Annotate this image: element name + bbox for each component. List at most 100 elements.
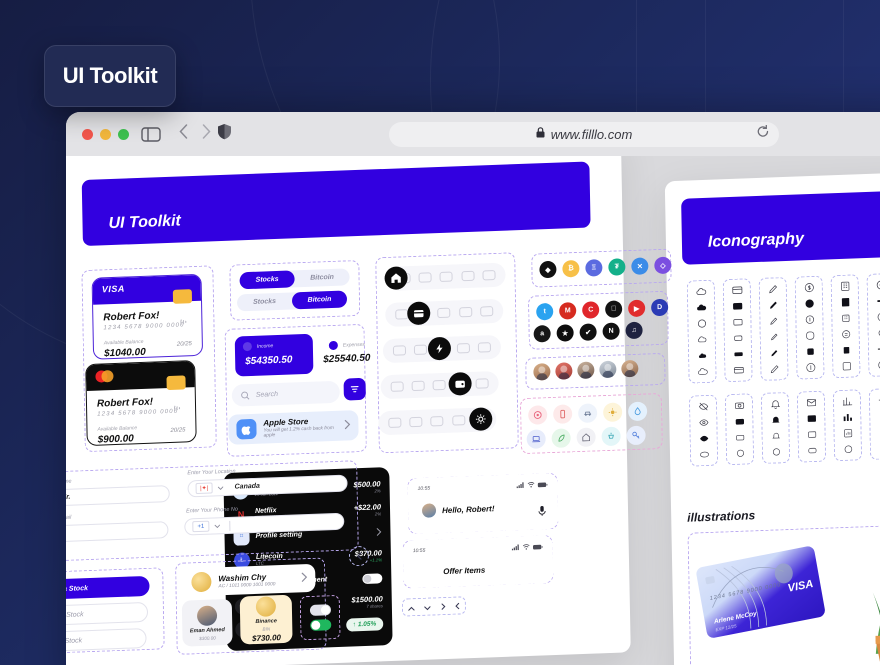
binance-tile[interactable]: Binance BIN $730.00 — [239, 594, 293, 645]
bell-outline-icon[interactable] — [770, 430, 781, 441]
card-icon[interactable] — [414, 344, 428, 355]
contactless-toggle[interactable] — [362, 572, 383, 584]
building-small-icon[interactable] — [840, 345, 851, 356]
icon-column[interactable] — [866, 272, 880, 378]
sun-icon[interactable] — [602, 402, 623, 423]
edit-filled-icon[interactable] — [768, 299, 779, 310]
building-round-icon[interactable] — [840, 329, 851, 340]
avatar[interactable] — [533, 363, 551, 381]
card-filled-icon[interactable] — [732, 301, 743, 312]
credit-card-visa[interactable]: VISA Robert Fox! 1234 5678 9000 0000 Ava… — [91, 273, 204, 360]
lamp-icon[interactable] — [601, 426, 621, 447]
building-icon[interactable] — [839, 281, 850, 292]
water-drop-icon[interactable] — [627, 401, 648, 422]
camera-filled-icon[interactable] — [734, 416, 745, 427]
coca-cola-icon[interactable]: C — [582, 301, 600, 319]
avatar[interactable] — [577, 361, 595, 380]
phone-icon[interactable] — [553, 404, 573, 424]
chart-icon[interactable] — [841, 396, 852, 407]
move-icon[interactable] — [876, 343, 880, 354]
starbucks-icon[interactable]: ★ — [556, 324, 574, 342]
dollar-filled-icon[interactable] — [804, 298, 815, 309]
chevron-right-icon[interactable] — [301, 569, 308, 587]
twitter-icon[interactable]: t — [536, 302, 554, 321]
edit-small-icon[interactable] — [768, 347, 779, 358]
income-card[interactable]: Income $54350.50 — [234, 333, 314, 377]
amazon-icon[interactable]: a — [533, 324, 551, 343]
chevron-right-icon[interactable] — [376, 523, 382, 541]
dollar-alt-icon[interactable] — [805, 362, 816, 373]
plus-round-icon[interactable] — [876, 327, 880, 338]
home-icon[interactable] — [388, 417, 402, 428]
eye-round-icon[interactable] — [698, 449, 709, 460]
icon-column[interactable] — [724, 393, 755, 466]
dollar-small-icon[interactable] — [804, 346, 815, 357]
nav-bar-row[interactable] — [385, 298, 504, 328]
icon-column[interactable] — [830, 274, 861, 379]
dollar-outline-icon[interactable] — [804, 314, 815, 325]
chevron-right-icon[interactable] — [440, 597, 446, 615]
icon-column[interactable] — [758, 276, 789, 381]
bitcoin-icon[interactable]: ₿ — [562, 259, 580, 278]
camera-round-icon[interactable] — [734, 448, 745, 459]
chart-icon[interactable] — [439, 271, 454, 283]
edit-round-icon[interactable] — [768, 331, 779, 342]
plus-outline-icon[interactable] — [876, 311, 880, 322]
mail-icon[interactable] — [805, 397, 816, 408]
segment-stocks[interactable]: Stocks — [239, 270, 295, 290]
nav-bar-row[interactable] — [380, 370, 499, 400]
key-icon[interactable] — [626, 425, 646, 446]
reload-icon[interactable] — [757, 124, 769, 143]
netflix-icon[interactable]: N — [602, 322, 620, 341]
filter-icon[interactable] — [343, 377, 366, 401]
maximize-button[interactable] — [118, 128, 129, 140]
target-icon[interactable] — [528, 405, 548, 425]
nike-icon[interactable]: ✔ — [579, 323, 597, 341]
chevron-down-icon[interactable] — [424, 598, 431, 616]
toggle-off[interactable] — [309, 604, 331, 617]
polygon-icon[interactable]: ◇ — [654, 256, 672, 275]
close-button[interactable] — [82, 128, 93, 140]
plus-icon[interactable] — [875, 279, 880, 290]
cloud-round-icon[interactable] — [696, 334, 707, 345]
laptop-icon[interactable] — [526, 429, 546, 449]
camera-outline-icon[interactable] — [734, 432, 745, 443]
chart-filled-icon[interactable] — [842, 412, 853, 423]
plus-filled-icon[interactable] — [875, 295, 880, 306]
building-outline-icon[interactable] — [840, 313, 851, 324]
camera-icon[interactable] — [733, 400, 744, 411]
chart-outline-icon[interactable] — [842, 428, 853, 439]
bell-filled-icon[interactable] — [770, 414, 781, 425]
mail-outline-icon[interactable] — [806, 429, 817, 440]
edit-alt-icon[interactable] — [769, 363, 780, 374]
building-filled-icon[interactable] — [839, 297, 850, 308]
settings-icon[interactable] — [475, 378, 489, 389]
wallet-icon[interactable] — [461, 270, 475, 282]
spotify-icon[interactable]: ♫ — [625, 321, 643, 340]
bell-round-icon[interactable] — [770, 446, 781, 457]
chevron-left-icon[interactable] — [455, 596, 460, 614]
card-icon[interactable] — [409, 416, 423, 428]
avatar[interactable] — [621, 359, 639, 378]
icon-column[interactable] — [796, 390, 827, 463]
wallet-icon[interactable] — [458, 306, 472, 318]
cloud-filled-icon[interactable] — [696, 302, 707, 313]
disney-icon[interactable]: D — [651, 298, 669, 317]
toggle-group[interactable] — [299, 594, 341, 641]
avatar[interactable] — [555, 362, 573, 380]
card-small-icon[interactable] — [732, 349, 743, 360]
dollar-icon[interactable] — [803, 282, 814, 293]
ripple-icon[interactable]: ✕ — [631, 257, 649, 275]
mail-filled-icon[interactable] — [806, 413, 817, 424]
apple-store-row[interactable]: Apple Store You will get 1.2% cash back … — [228, 410, 359, 445]
edit-outline-icon[interactable] — [768, 315, 779, 326]
home-icon[interactable] — [576, 427, 596, 448]
window-controls[interactable] — [82, 128, 129, 140]
canada-flag-icon[interactable]: |✦| — [195, 482, 213, 495]
segment-bitcoin[interactable]: Bitcoin — [291, 290, 348, 310]
home-icon[interactable] — [390, 381, 404, 392]
binance-black-icon[interactable]: ◆ — [539, 260, 557, 279]
address-bar[interactable]: www.filllo.com — [389, 121, 779, 147]
forward-chevron-icon[interactable] — [202, 124, 211, 144]
credit-card-mastercard[interactable]: Robert Fox! 1234 5678 9000 0000 Availabl… — [85, 360, 197, 447]
